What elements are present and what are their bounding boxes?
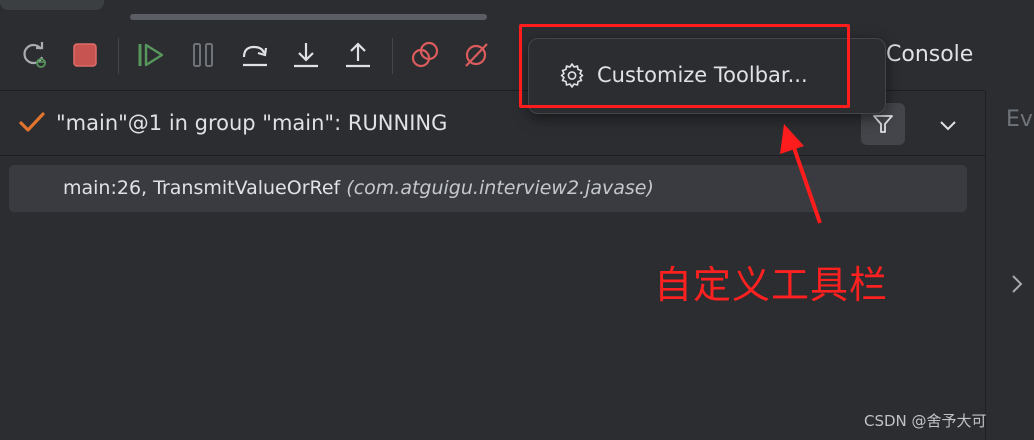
annotation-text: 自定义工具栏 — [654, 263, 889, 307]
editor-tab[interactable] — [0, 0, 104, 10]
step-out-icon — [346, 42, 370, 68]
horizontal-scrollbar[interactable] — [130, 14, 487, 20]
mute-breakpoints-icon — [465, 43, 488, 67]
pause-icon — [193, 43, 213, 67]
view-breakpoints-button[interactable] — [408, 38, 442, 72]
step-over-icon — [242, 45, 268, 67]
console-tab[interactable]: Console — [886, 42, 973, 67]
rerun-button[interactable] — [17, 38, 51, 72]
filter-icon — [873, 115, 893, 133]
toolbar-separator — [392, 38, 393, 74]
pause-button[interactable] — [186, 38, 220, 72]
annotation-highlight-box — [519, 24, 850, 108]
stop-button[interactable] — [68, 38, 102, 72]
chevron-right-icon[interactable] — [1010, 273, 1024, 299]
thread-status-text: "main"@1 in group "main": RUNNING — [56, 111, 448, 135]
view-breakpoints-icon — [411, 41, 439, 68]
step-over-button[interactable] — [238, 38, 272, 72]
mute-breakpoints-button[interactable] — [459, 38, 493, 72]
frame-location: main:26, TransmitValueOrRef — [63, 177, 341, 199]
stack-frame-text: main:26, TransmitValueOrRef (com.atguigu… — [63, 177, 654, 199]
frame-package: (com.atguigu.interview2.javase) — [346, 177, 654, 199]
debugger-window: Console "main"@1 in group "main": RUNNIN… — [0, 0, 1034, 440]
rerun-icon — [23, 42, 46, 68]
toolbar-separator — [118, 38, 119, 74]
watermark: CSDN @舍予大可 — [864, 412, 987, 430]
thread-dropdown-button[interactable] — [930, 107, 966, 143]
divider — [0, 155, 985, 156]
step-out-button[interactable] — [341, 38, 375, 72]
top-tab-strip — [0, 0, 1034, 30]
step-into-button[interactable] — [289, 38, 323, 72]
resume-icon — [138, 43, 164, 67]
step-into-icon — [294, 43, 318, 68]
stop-icon — [73, 43, 97, 67]
annotation-arrow-icon — [780, 124, 822, 224]
resume-button[interactable] — [134, 38, 168, 72]
chevron-down-icon — [940, 121, 956, 131]
right-panel-tab[interactable]: Ev — [1006, 107, 1033, 132]
checkmark-icon — [18, 109, 46, 139]
variables-panel-edge: Ev — [985, 91, 1034, 440]
